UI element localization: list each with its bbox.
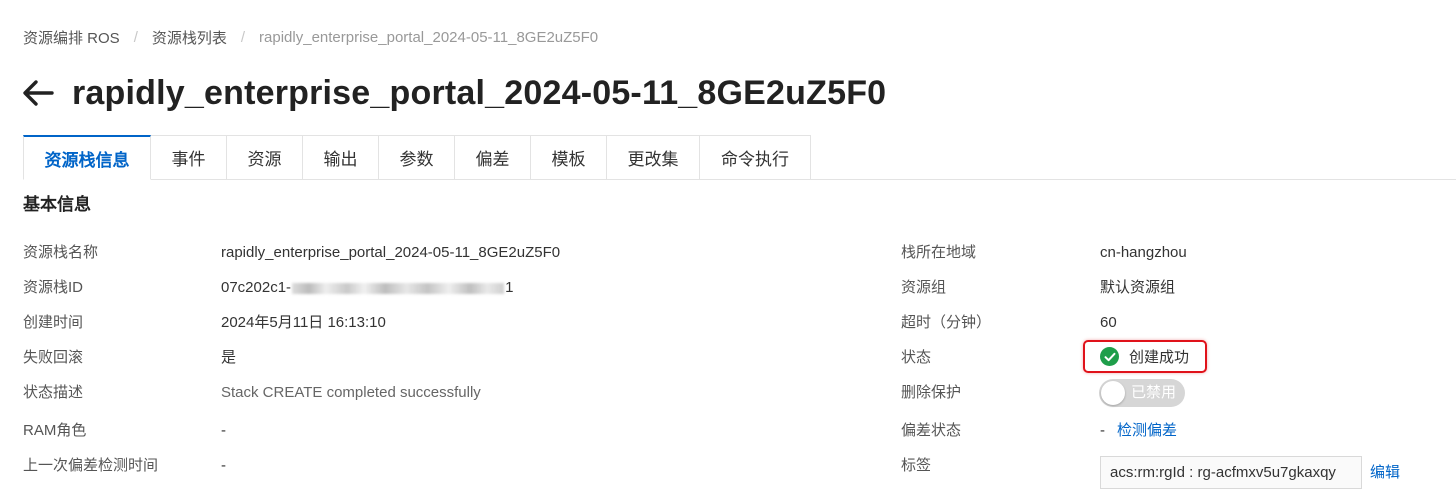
stack-id-suffix: 1	[505, 279, 514, 296]
label-resource-group: 资源组	[901, 279, 947, 296]
toggle-knob	[1101, 381, 1125, 405]
title-row: rapidly_enterprise_portal_2024-05-11_8GE…	[22, 70, 886, 116]
tab-stack-info[interactable]: 资源栈信息	[23, 135, 151, 180]
label-tags: 标签	[901, 457, 932, 474]
tab-template[interactable]: 模板	[531, 135, 607, 180]
value-timeout: 60	[1100, 314, 1117, 331]
breadcrumb-item-ros[interactable]: 资源编排 ROS	[23, 27, 120, 48]
value-ram-role: -	[221, 422, 226, 439]
status-highlight: 创建成功	[1083, 340, 1207, 373]
edit-tags-link[interactable]: 编辑	[1370, 463, 1400, 483]
value-last-drift-detection: -	[221, 457, 226, 474]
tab-change-sets[interactable]: 更改集	[607, 135, 700, 180]
label-region: 栈所在地域	[901, 244, 977, 261]
redacted-block	[292, 282, 505, 294]
value-drift-status: -	[1100, 422, 1105, 439]
value-created-time: 2024年5月11日 16:13:10	[221, 314, 386, 331]
tab-resources[interactable]: 资源	[227, 135, 303, 180]
value-region: cn-hangzhou	[1100, 244, 1187, 261]
value-status-description: Stack CREATE completed successfully	[221, 384, 481, 401]
label-timeout: 超时（分钟）	[901, 314, 992, 331]
value-failure-rollback: 是	[221, 349, 237, 366]
delete-protection-toggle[interactable]: 已禁用	[1099, 379, 1185, 407]
tab-command-execution[interactable]: 命令执行	[700, 135, 811, 180]
tab-outputs[interactable]: 输出	[303, 135, 379, 180]
arrow-left-icon[interactable]	[22, 78, 56, 108]
label-created-time: 创建时间	[23, 314, 84, 331]
value-stack-name: rapidly_enterprise_portal_2024-05-11_8GE…	[221, 244, 561, 261]
page-title: rapidly_enterprise_portal_2024-05-11_8GE…	[72, 73, 887, 112]
breadcrumb: 资源编排 ROS / 资源栈列表 / rapidly_enterprise_po…	[23, 27, 598, 47]
stack-id-prefix: 07c202c1-	[221, 279, 292, 296]
breadcrumb-item-stack-list[interactable]: 资源栈列表	[152, 27, 227, 48]
label-last-drift-detection: 上一次偏差检测时间	[23, 457, 159, 474]
label-status-description: 状态描述	[23, 384, 84, 401]
breadcrumb-separator: /	[133, 28, 138, 46]
tag-chip: acs:rm:rgId : rg-acfmxv5u7gkaxqy	[1100, 456, 1362, 489]
label-failure-rollback: 失败回滚	[23, 349, 84, 366]
tab-parameters[interactable]: 参数	[379, 135, 455, 180]
breadcrumb-separator: /	[240, 28, 246, 46]
tab-events[interactable]: 事件	[151, 135, 227, 180]
breadcrumb-current: rapidly_enterprise_portal_2024-05-11_8GE…	[259, 28, 599, 46]
status-badge: 创建成功	[1129, 349, 1190, 366]
section-title: 基本信息	[23, 195, 91, 214]
label-ram-role: RAM角色	[23, 422, 87, 439]
tab-bar: 资源栈信息 事件 资源 输出 参数 偏差 模板 更改集 命令执行	[23, 135, 811, 180]
value-resource-group: 默认资源组	[1100, 279, 1176, 296]
toggle-label: 已禁用	[1131, 384, 1177, 401]
check-circle-icon	[1100, 347, 1119, 366]
value-stack-id: 07c202c1- 1	[221, 278, 513, 298]
label-stack-name: 资源栈名称	[23, 244, 99, 261]
label-status: 状态	[901, 349, 932, 366]
label-drift-status: 偏差状态	[901, 422, 962, 439]
detect-drift-link[interactable]: 检测偏差	[1117, 421, 1177, 441]
label-delete-protection: 删除保护	[901, 384, 962, 401]
tab-drift[interactable]: 偏差	[455, 135, 531, 180]
label-stack-id: 资源栈ID	[23, 279, 84, 296]
